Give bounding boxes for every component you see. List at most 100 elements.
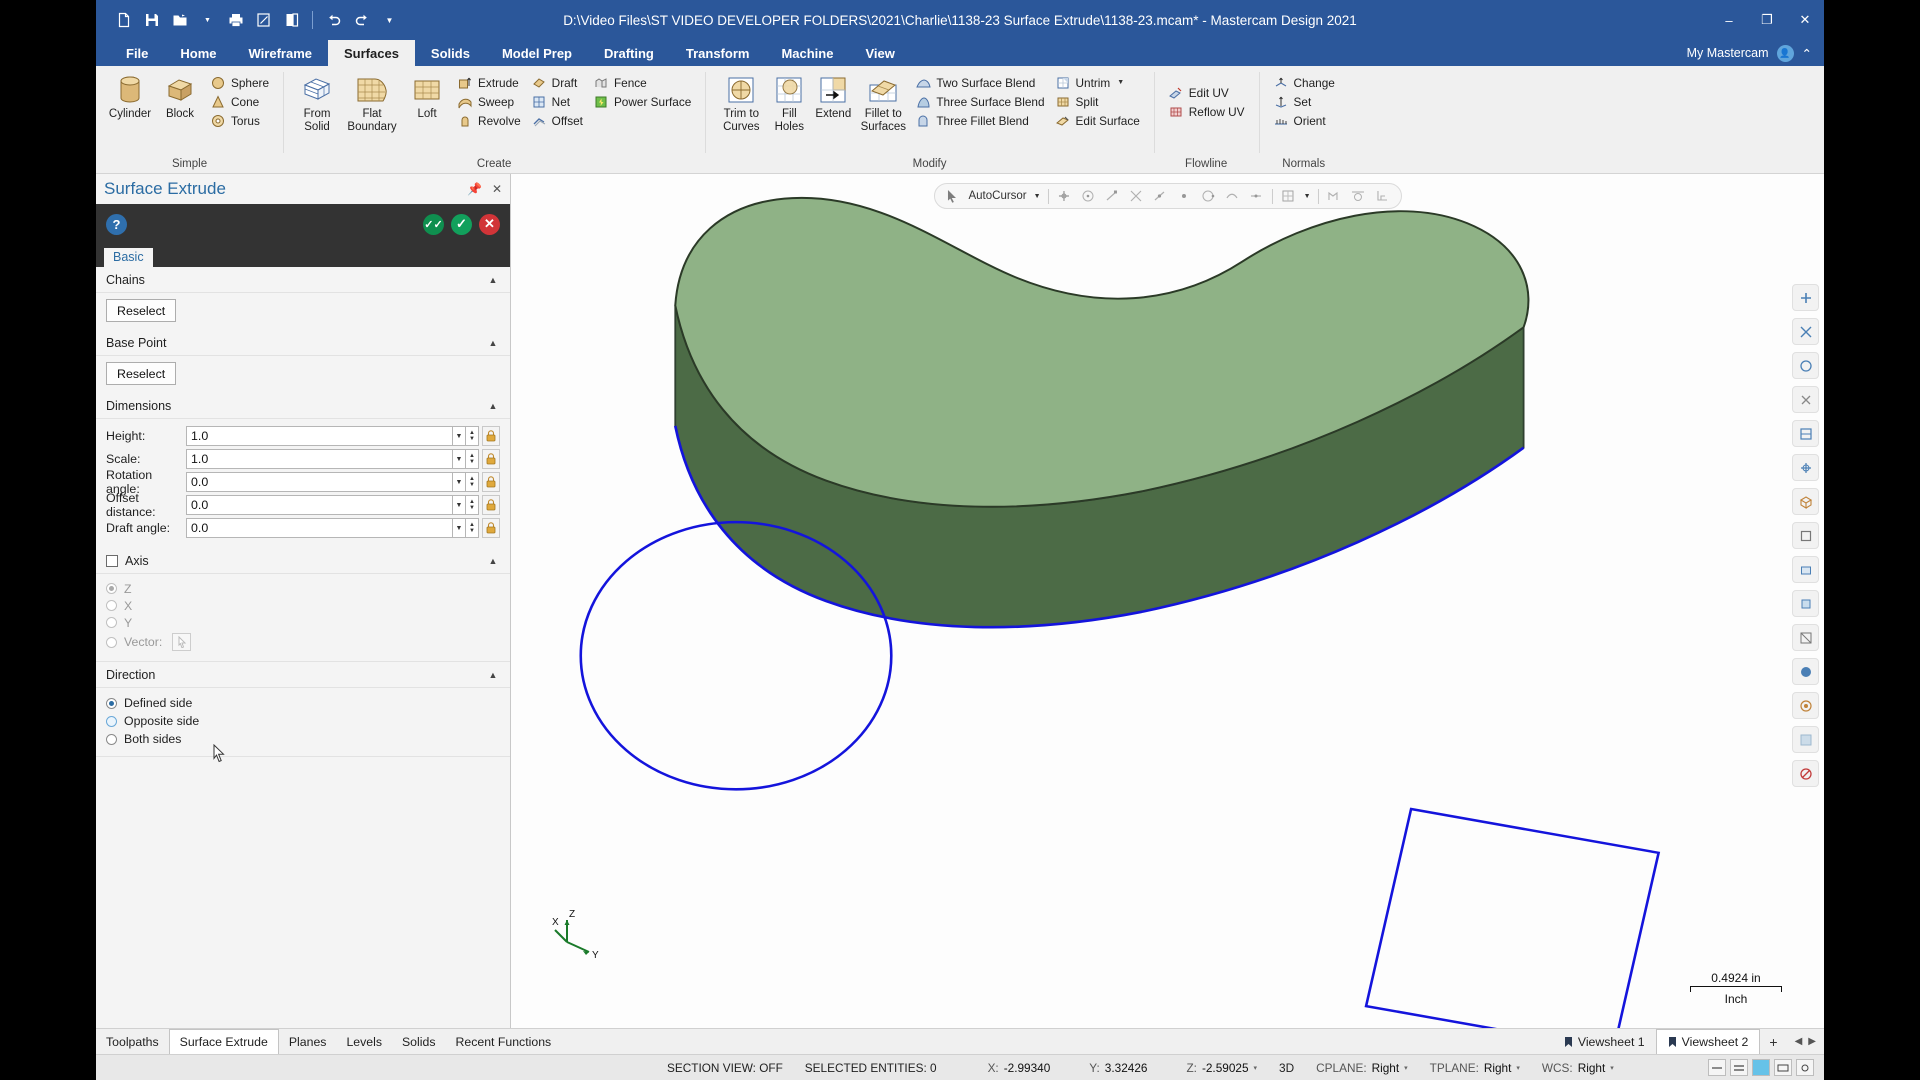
scale-stepper[interactable]: ▲ ▼ [466,449,479,469]
viewsheet-tab-2[interactable]: Viewsheet 2 [1655,1029,1761,1054]
status-mode[interactable]: 3D [1268,1061,1305,1075]
axis-radio-y[interactable] [106,617,117,628]
sphere-button[interactable]: Sphere [206,73,273,92]
revolve-button[interactable]: Revolve [453,111,525,130]
rotation-angle-lock-icon[interactable] [482,472,500,492]
right-view-icon[interactable] [1792,590,1819,617]
no-shading-icon[interactable] [1792,760,1819,787]
status-section-view[interactable]: SECTION VIEW: OFF [656,1061,794,1075]
endpoint-snap-icon[interactable] [1104,188,1121,205]
chevron-down-icon[interactable]: ▾ [1516,1064,1520,1072]
ok-button[interactable]: ✓ [451,213,472,235]
direction-radio-defined-side[interactable] [106,697,117,709]
reflow-uv-button[interactable]: Reflow UV [1164,102,1249,121]
direction-option-both-sides[interactable]: Both sides [106,730,500,748]
scale-dropdown-icon[interactable]: ▼ [453,449,466,469]
midpoint-snap-icon[interactable] [1152,188,1169,205]
loft-button[interactable]: Loft [403,70,451,124]
edit-surface-button[interactable]: Edit Surface [1051,111,1144,130]
bottom-tab-surface-extrude[interactable]: Surface Extrude [168,1029,279,1054]
nearest-snap-icon[interactable] [1224,188,1241,205]
quadrant-snap-icon[interactable] [1200,188,1217,205]
direction-option-defined-side[interactable]: Defined side [106,694,500,712]
draft-angle-dropdown-icon[interactable]: ▼ [453,518,466,538]
bottom-tab-solids[interactable]: Solids [392,1029,446,1054]
axis-option-x[interactable]: X [106,597,500,614]
ribbon-collapse-icon[interactable]: ⌃ [1802,46,1812,61]
grid-snap-icon[interactable] [1280,188,1297,205]
chevron-up-icon[interactable]: ▲ [486,399,500,413]
chains-reselect-button[interactable]: Reselect [106,299,177,322]
direction-radio-both-sides[interactable] [106,733,117,745]
new-file-icon[interactable] [110,7,137,34]
offset-distance-stepper[interactable]: ▲ ▼ [466,495,479,515]
three-surface-blend-button[interactable]: Three Surface Blend [911,92,1048,111]
axis-option-y[interactable]: Y [106,614,500,631]
origin-snap-icon[interactable] [1056,188,1073,205]
draft-angle-lock-icon[interactable] [482,518,500,538]
scroll-right-icon[interactable]: ▶ [1808,1036,1816,1047]
dynamic-rotate-icon[interactable] [1792,420,1819,447]
net-button[interactable]: Net [527,92,587,111]
front-view-icon[interactable] [1792,556,1819,583]
help-button[interactable]: ? [106,213,127,235]
attributes-icon[interactable] [1796,1059,1814,1076]
top-view-icon[interactable] [1792,522,1819,549]
relative-snap-icon[interactable] [1326,188,1343,205]
pin-icon[interactable]: 📌 [467,182,482,196]
shaded-icon[interactable] [1792,658,1819,685]
orient-normals-button[interactable]: Orient [1269,111,1339,130]
ribbon-tab-surfaces[interactable]: Surfaces [328,40,415,66]
ribbon-tab-file[interactable]: File [110,40,164,66]
cone-button[interactable]: Cone [206,92,273,111]
offset-button[interactable]: Offset [527,111,587,130]
chevron-up-icon[interactable]: ▲ [486,273,500,287]
section-header-base-point[interactable]: Base Point ▲ [96,330,510,356]
axis-radio-vector[interactable] [106,636,117,648]
close-icon[interactable]: ✕ [492,182,502,196]
base-point-reselect-button[interactable]: Reselect [106,362,177,385]
customize-qat-icon[interactable]: ▼ [376,7,403,34]
draft-angle-input[interactable]: 0.0 [186,518,453,538]
block-button[interactable]: Block [156,70,204,124]
height-lock-icon[interactable] [482,426,500,446]
add-viewsheet-button[interactable]: + [1760,1029,1786,1054]
scale-input[interactable]: 1.0 [186,449,453,469]
draft-button[interactable]: Draft [527,73,587,92]
axis-option-z[interactable]: Z [106,580,500,597]
bottom-tab-planes[interactable]: Planes [279,1029,337,1054]
section-header-direction[interactable]: Direction ▲ [96,662,510,688]
trim-to-curves-button[interactable]: Trim to Curves [715,70,767,137]
intersection-snap-icon[interactable] [1128,188,1145,205]
close-button[interactable]: ✕ [1786,0,1824,40]
undo-icon[interactable] [320,7,347,34]
ribbon-tab-model-prep[interactable]: Model Prep [486,40,588,66]
section-header-dimensions[interactable]: Dimensions ▲ [96,393,510,419]
open-folder-icon[interactable] [166,7,193,34]
qat-open-caret-icon[interactable]: ▼ [194,7,221,34]
flat-boundary-button[interactable]: Flat Boundary [343,70,401,137]
section-header-chains[interactable]: Chains ▲ [96,267,510,293]
gouraud-shading-icon[interactable] [1792,692,1819,719]
cancel-button[interactable]: ✕ [479,213,500,235]
arc-center-snap-icon[interactable] [1080,188,1097,205]
translucency-icon[interactable] [1792,726,1819,753]
ribbon-tab-wireframe[interactable]: Wireframe [233,40,328,66]
extrude-button[interactable]: Extrude [453,73,525,92]
print-preview-icon[interactable] [250,7,277,34]
scroll-left-icon[interactable]: ◀ [1795,1036,1803,1047]
rotation-angle-input[interactable]: 0.0 [186,472,453,492]
extend-button[interactable]: Extend [811,70,855,124]
bottom-tab-recent-functions[interactable]: Recent Functions [445,1029,561,1054]
viewsheet-scroll-arrows[interactable]: ◀ ▶ [1787,1029,1824,1054]
zoom-window-icon[interactable] [1792,318,1819,345]
status-tplane[interactable]: TPLANE: Right ▾ [1419,1061,1531,1075]
fence-button[interactable]: Fence [589,73,695,92]
status-wcs[interactable]: WCS: Right ▾ [1531,1061,1625,1075]
set-normals-button[interactable]: Set [1269,92,1339,111]
split-button[interactable]: Split [1051,92,1144,111]
avatar[interactable]: 👤 [1776,44,1794,62]
save-icon[interactable] [138,7,165,34]
offset-distance-dropdown-icon[interactable]: ▼ [453,495,466,515]
untrim-caret-icon[interactable]: ▼ [1117,79,1124,86]
